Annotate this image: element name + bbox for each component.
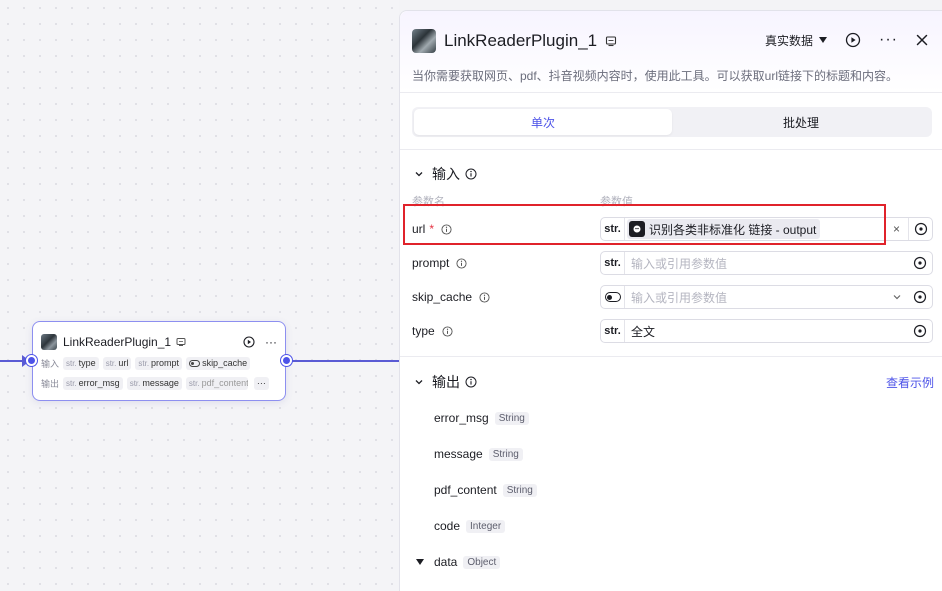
chevron-down-icon xyxy=(414,166,424,182)
caret-down-icon xyxy=(819,37,828,43)
info-icon xyxy=(465,168,477,180)
clear-icon[interactable]: × xyxy=(893,222,900,236)
type-badge: String xyxy=(502,483,537,497)
type-badge: Object xyxy=(463,555,501,569)
prompt-placeholder: 输入或引用参数值 xyxy=(631,256,728,271)
close-icon[interactable] xyxy=(916,34,928,46)
variable-picker-icon[interactable] xyxy=(908,324,932,338)
run-icon[interactable] xyxy=(845,32,861,48)
plugin-node[interactable]: LinkReaderPlugin_1 ··· 输入 str. type str. u… xyxy=(32,321,286,401)
skip-cache-placeholder: 输入或引用参数值 xyxy=(631,290,728,305)
section-divider xyxy=(400,356,942,357)
prompt-input[interactable]: str. 输入或引用参数值 xyxy=(600,251,933,275)
panel-description: 当你需要获取网页、pdf、抖音视频内容时，使用此工具。可以获取url链接下的标题… xyxy=(412,69,899,83)
type-value: 全文 xyxy=(631,324,656,339)
node-output-port[interactable] xyxy=(281,355,292,366)
string-type-badge: str. xyxy=(601,320,625,342)
toggle-icon xyxy=(189,359,201,367)
node-config-panel: LinkReaderPlugin_1 真实数据 ··· 当你需要获取网页、pdf… xyxy=(399,10,942,591)
plugin-store-icon xyxy=(176,337,186,347)
node-output-tag: str. message xyxy=(126,376,182,390)
node-output-row: 输出 str. error_msg str. message str. pdf_con… xyxy=(33,374,285,392)
node-output-tag: str. pdf_content xyxy=(185,376,248,390)
plugin-avatar xyxy=(412,29,436,53)
plugin-store-icon xyxy=(605,35,617,47)
param-row-type: type xyxy=(412,319,453,343)
output-item: pdf_content String xyxy=(434,483,537,497)
output-item: message String xyxy=(434,447,523,461)
more-outputs-tag[interactable]: ··· xyxy=(253,376,269,390)
run-node-icon[interactable] xyxy=(243,335,255,348)
string-type-badge: str. xyxy=(601,252,625,274)
panel-header: LinkReaderPlugin_1 真实数据 ··· 当你需要获取网页、pdf… xyxy=(400,11,942,93)
toggle-icon xyxy=(601,286,625,308)
input-section-header[interactable]: 输入 xyxy=(414,164,477,184)
workflow-canvas[interactable] xyxy=(0,0,399,591)
more-icon[interactable]: ··· xyxy=(265,335,277,349)
output-item-expandable[interactable]: data Object xyxy=(416,555,501,569)
section-divider xyxy=(400,149,942,150)
node-input-tag: str. url xyxy=(102,356,132,370)
skip-cache-select[interactable]: 输入或引用参数值 xyxy=(600,285,933,309)
variable-picker-icon[interactable] xyxy=(908,290,932,304)
output-item: code Integer xyxy=(434,519,506,533)
node-input-tag: str. prompt xyxy=(135,356,183,370)
data-mode-select[interactable]: 真实数据 xyxy=(765,32,828,49)
more-icon[interactable]: ··· xyxy=(879,31,898,49)
output-section-header[interactable]: 输出 xyxy=(414,372,477,392)
output-item: error_msg String xyxy=(434,411,529,425)
outgoing-edge xyxy=(289,360,399,362)
param-row-skip-cache: skip_cache xyxy=(412,285,490,309)
type-badge: String xyxy=(488,447,523,461)
chevron-down-icon[interactable] xyxy=(892,292,902,302)
info-icon xyxy=(456,257,467,269)
node-input-row: 输入 str. type str. url str. prompt skip_cach… xyxy=(33,354,285,372)
tab-single[interactable]: 单次 xyxy=(414,109,672,135)
node-input-port[interactable] xyxy=(26,355,37,366)
tab-batch[interactable]: 批处理 xyxy=(672,109,930,135)
type-badge: Integer xyxy=(466,519,506,533)
view-example-link[interactable]: 查看示例 xyxy=(886,374,934,391)
node-title: LinkReaderPlugin_1 xyxy=(63,334,172,349)
param-row-prompt: prompt xyxy=(412,251,467,275)
caret-down-icon[interactable] xyxy=(416,559,424,565)
type-badge: String xyxy=(494,411,529,425)
type-input[interactable]: str. 全文 xyxy=(600,319,933,343)
info-icon xyxy=(442,325,453,337)
mode-tabs: 单次 批处理 xyxy=(412,107,932,137)
plugin-avatar xyxy=(41,333,57,350)
info-icon xyxy=(465,376,477,388)
node-input-tag: str. type xyxy=(63,356,99,370)
info-icon xyxy=(479,291,490,303)
node-input-tag: skip_cache xyxy=(186,356,251,370)
variable-picker-icon[interactable] xyxy=(908,256,932,270)
highlight-box xyxy=(403,204,886,245)
variable-picker-icon[interactable] xyxy=(908,218,932,240)
panel-title: LinkReaderPlugin_1 xyxy=(444,31,598,50)
chevron-down-icon xyxy=(414,374,424,390)
node-output-tag: str. error_msg xyxy=(63,376,123,390)
